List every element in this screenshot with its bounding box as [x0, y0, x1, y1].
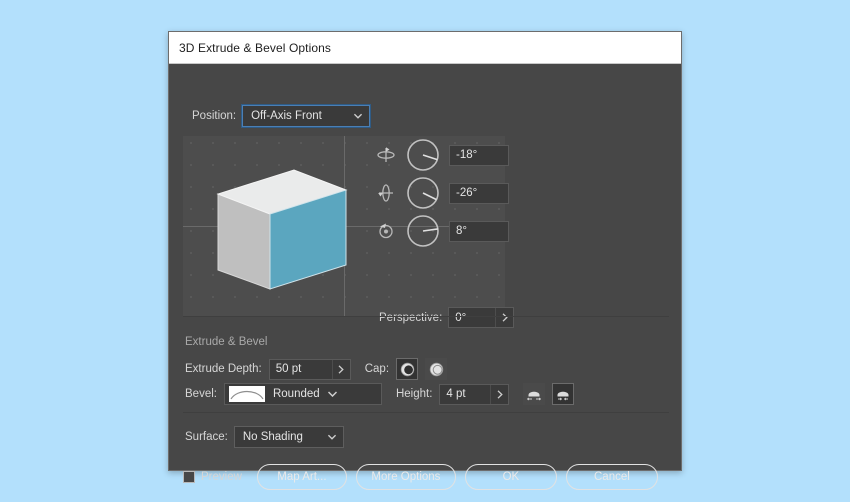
- bevel-row: Bevel: Rounded Height: 4 pt: [185, 383, 575, 405]
- bevel-dropdown[interactable]: Rounded: [223, 383, 382, 405]
- dialog-body: Position: Off-Axis Front -18° -26° 8° Pe…: [169, 64, 681, 490]
- rotation-dial-z[interactable]: [405, 213, 441, 249]
- extrude-bevel-section-title: Extrude & Bevel: [185, 336, 268, 348]
- preview-label: Preview: [201, 471, 242, 483]
- 3d-extrude-bevel-options-dialog: 3D Extrude & Bevel Options Position: Off…: [168, 31, 682, 490]
- bevel-value: Rounded: [272, 388, 320, 400]
- perspective-label: Perspective:: [379, 311, 443, 324]
- more-options-button[interactable]: More Options: [355, 464, 456, 490]
- cap-solid-button[interactable]: [396, 358, 419, 380]
- section-divider-extrude: [183, 316, 669, 317]
- rotation-row-x: -18°: [375, 136, 509, 174]
- rotate-z-icon: [375, 220, 397, 242]
- chevron-down-icon: [327, 433, 336, 441]
- bevel-extent-in-button[interactable]: [552, 383, 575, 405]
- surface-value: No Shading: [242, 431, 303, 443]
- rotation-x-input[interactable]: -18°: [449, 144, 509, 166]
- cap-hollow-button[interactable]: [425, 358, 448, 380]
- cancel-button[interactable]: Cancel: [565, 464, 658, 490]
- surface-label: Surface:: [185, 431, 228, 443]
- dialog-titlebar: 3D Extrude & Bevel Options: [169, 32, 681, 64]
- extrude-depth-input[interactable]: 50 pt: [268, 358, 351, 380]
- rotation-x-value: -18°: [456, 149, 478, 161]
- ok-button[interactable]: OK: [464, 464, 557, 490]
- rotation-row-z: 8°: [375, 212, 509, 250]
- extrude-depth-label: Extrude Depth:: [185, 363, 262, 375]
- dialog-footer: Preview Map Art... More Options OK Cance…: [183, 464, 669, 490]
- rotation-dial-x[interactable]: [405, 137, 441, 173]
- rotation-controls: -18° -26° 8°: [375, 136, 509, 250]
- chevron-right-icon[interactable]: [495, 308, 513, 327]
- height-label: Height:: [395, 388, 433, 400]
- section-divider-surface: [183, 412, 669, 413]
- cube-preview[interactable]: [216, 162, 351, 292]
- perspective-value: 0°: [455, 311, 467, 324]
- rotation-dial-y[interactable]: [405, 175, 441, 211]
- map-art-button[interactable]: Map Art...: [256, 464, 347, 490]
- position-value: Off-Axis Front: [251, 110, 322, 122]
- position-row: Position: Off-Axis Front: [192, 105, 371, 127]
- surface-dropdown[interactable]: No Shading: [233, 426, 344, 448]
- position-label: Position:: [192, 110, 237, 122]
- rotate-y-icon: [375, 182, 397, 204]
- extrude-depth-value: 50 pt: [275, 363, 302, 375]
- dialog-title: 3D Extrude & Bevel Options: [179, 40, 332, 55]
- chevron-down-icon: [327, 388, 337, 400]
- rotation-z-value: 8°: [456, 225, 467, 237]
- cap-label: Cap:: [364, 363, 390, 375]
- chevron-right-icon[interactable]: [331, 359, 350, 379]
- rotate-x-icon: [375, 144, 397, 166]
- extrude-depth-row: Extrude Depth: 50 pt Cap:: [185, 358, 448, 380]
- preview-checkbox[interactable]: [183, 471, 195, 483]
- perspective-input[interactable]: 0°: [448, 307, 515, 328]
- chevron-right-icon[interactable]: [490, 384, 508, 404]
- bevel-extent-out-button[interactable]: [523, 383, 546, 405]
- bevel-shape-swatch: [228, 386, 265, 402]
- rotation-y-value: -26°: [456, 187, 478, 199]
- chevron-down-icon: [354, 112, 363, 120]
- position-dropdown[interactable]: Off-Axis Front: [242, 105, 371, 127]
- rotation-row-y: -26°: [375, 174, 509, 212]
- perspective-row: Perspective: 0°: [379, 307, 515, 328]
- rotation-y-input[interactable]: -26°: [449, 182, 509, 204]
- rotation-z-input[interactable]: 8°: [449, 220, 509, 242]
- surface-row: Surface: No Shading: [185, 426, 344, 448]
- preview-checkbox-wrap[interactable]: Preview: [183, 471, 242, 483]
- bevel-height-input[interactable]: 4 pt: [439, 383, 510, 405]
- extrude-bevel-section-title-wrap: Extrude & Bevel: [185, 332, 267, 350]
- bevel-label: Bevel:: [185, 388, 217, 400]
- bevel-height-value: 4 pt: [446, 388, 466, 400]
